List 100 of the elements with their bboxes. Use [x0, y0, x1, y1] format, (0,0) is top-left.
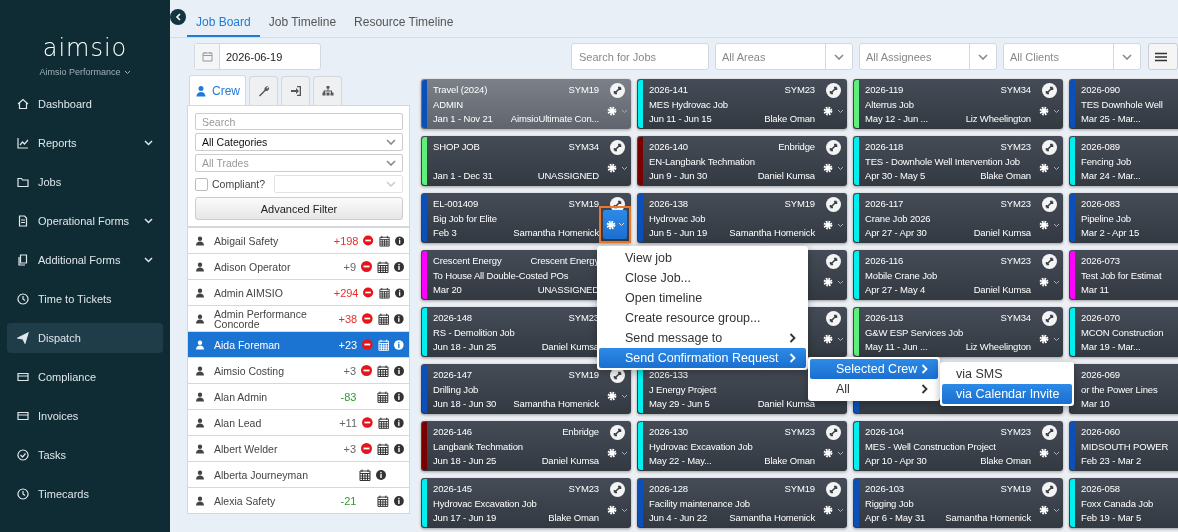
job-number: 2026-069	[1081, 368, 1120, 382]
job-dates: Jun 11 - Jun 15	[649, 112, 712, 126]
job-dates: Feb 23 - Mar 2	[1081, 454, 1142, 468]
job-title: G&W ESP Services Job	[865, 325, 964, 340]
job-dates: Mar 25 - Mar...	[1081, 112, 1141, 126]
client-name: Enbridge	[562, 425, 599, 439]
job-number: 2026-119	[865, 83, 904, 97]
client-name: SYM19	[784, 482, 815, 496]
job-dates: Jun 18 - Jun 25	[433, 340, 497, 354]
client-name: SYM34	[1000, 311, 1031, 325]
client-name: SYM23	[1000, 254, 1031, 268]
crew-name: Albert Welder	[214, 443, 279, 454]
job-title: Alterrus Job	[865, 97, 914, 112]
assignee-name: Daniel Kumsa	[973, 226, 1031, 240]
job-number: 2026-147	[433, 368, 472, 382]
assignee-name: Samantha Homenick	[729, 226, 815, 240]
job-title: or the Power Lines	[1081, 382, 1158, 397]
assignee-name: Liz Wheelington	[965, 112, 1031, 126]
crew-name: Aimsio Costing	[214, 365, 286, 376]
job-dates: Jun 18 - Jun 30	[433, 397, 497, 411]
job-dates: May 22 - May...	[649, 454, 712, 468]
assignee-name: UNASSIGNED	[537, 283, 599, 297]
job-title: Langbank Techmation	[433, 439, 523, 454]
client-name: SYM23	[1000, 425, 1031, 439]
job-dates: Jun 18 - Jun 25	[433, 454, 497, 468]
assignee-name: Samantha Homenick	[945, 511, 1031, 525]
assignee-name: Samantha Homenick	[729, 511, 815, 525]
crew-name: Admin AIMSIO	[214, 287, 284, 298]
job-number: Travel (2024)	[433, 83, 488, 97]
crew-name: Admin Performance Concorde	[214, 308, 308, 329]
job-title: Crane Job 2026	[865, 211, 931, 226]
job-number: 2026-140	[649, 140, 688, 154]
job-title: MES - Well Construction Project	[865, 439, 996, 454]
hours-count: -83	[340, 390, 357, 403]
job-dates: Mar 19 - Mar...	[1081, 340, 1141, 354]
assignee-name: AimsioUltimate Con...	[510, 112, 599, 126]
hours-count: +294	[333, 286, 359, 299]
hours-count: +3	[343, 364, 356, 377]
hours-count: +38	[338, 312, 358, 325]
job-dates: May 29 - Jun 5	[649, 397, 710, 411]
job-dates: Jun 5 - Jun 19	[649, 226, 708, 240]
job-dates: Apr 30 - May 5	[865, 169, 926, 183]
job-dates: Mar 11	[1081, 283, 1109, 297]
job-dates: Feb 19 - Mar 5	[1081, 511, 1142, 525]
crew-name: Adison Operator	[214, 261, 292, 272]
job-dates: Mar 20	[433, 283, 462, 297]
checkbox-label: Compliant?	[212, 178, 266, 190]
hours-count: +9	[343, 260, 356, 273]
assignee-name: Blake Oman	[980, 454, 1031, 468]
job-title: Hydrovac Excavation Job	[433, 496, 537, 511]
client-name: SYM23	[784, 83, 815, 97]
client-name: SYM34	[568, 140, 599, 154]
job-dates: May 12 - Jun ...	[865, 112, 929, 126]
client-name: SYM23	[1000, 197, 1031, 211]
crew-name: Abigail Safety	[214, 235, 280, 246]
job-number: 2026-146	[433, 425, 472, 439]
job-dates: Jun 17 - Jun 19	[433, 511, 497, 525]
assignee-name: UNASSIGNED	[537, 169, 599, 183]
job-title: TES - Downhole Well Intervention Job	[865, 154, 1020, 169]
job-number: 2026-117	[865, 197, 904, 211]
job-dates: Jan 1 - Nov 21	[433, 112, 493, 126]
job-title: Mobile Crane Job	[865, 268, 938, 283]
job-dates: Jun 9 - Jun 30	[649, 169, 708, 183]
assignee-name: Blake Oman	[764, 454, 815, 468]
client-name: SYM23	[568, 482, 599, 496]
job-title: MCON Construction	[1081, 325, 1164, 340]
job-dates: Feb 3	[433, 226, 457, 240]
job-dates: Apr 10 - Apr 30	[865, 454, 927, 468]
crew-name: Aida Foreman	[214, 339, 281, 350]
job-dates: Mar 24 - Mar...	[1081, 169, 1141, 183]
job-title: Foxx Canada Job	[1081, 496, 1154, 511]
job-number: 2026-133	[649, 368, 688, 382]
job-number: 2026-148	[433, 311, 472, 325]
job-dates: Apr 27 - May 4	[865, 283, 926, 297]
assignee-name: Liz Wheelington	[965, 340, 1031, 354]
job-number: EL-001409	[433, 197, 479, 211]
job-title: MES Hydrovac Job	[649, 97, 728, 112]
job-dates: Apr 27 - Apr 30	[865, 226, 927, 240]
assignee-name: Blake Oman	[980, 169, 1031, 183]
job-dates: Apr 6 - May 31	[865, 511, 926, 525]
job-title: TES Downhole Well	[1081, 97, 1163, 112]
job-number: 2026-145	[433, 482, 472, 496]
job-number: 2026-130	[649, 425, 688, 439]
job-title: Hydrovac Excavation Job	[649, 439, 753, 454]
job-title: Fencing Job	[1081, 154, 1132, 169]
job-title: RS - Demolition Job	[433, 325, 515, 340]
job-dates: Jun 4 - Jun 22	[649, 511, 708, 525]
job-number: 2026-113	[865, 311, 904, 325]
assignee-name: Blake Oman	[764, 112, 815, 126]
job-number: 2026-089	[1081, 140, 1120, 154]
crew-name: Alan Lead	[214, 417, 263, 428]
job-title: Pipeline Job	[1081, 211, 1131, 226]
client-name: SYM23	[784, 425, 815, 439]
job-number: 2026-083	[1081, 197, 1120, 211]
job-number: 2026-118	[865, 140, 904, 154]
assignee-name: Daniel Kumsa	[757, 397, 815, 411]
job-number: 2026-116	[865, 254, 904, 268]
job-number: 2026-103	[865, 482, 904, 496]
job-dates: May 11 - Jun ...	[865, 340, 928, 354]
hours-count: +3	[343, 442, 356, 455]
